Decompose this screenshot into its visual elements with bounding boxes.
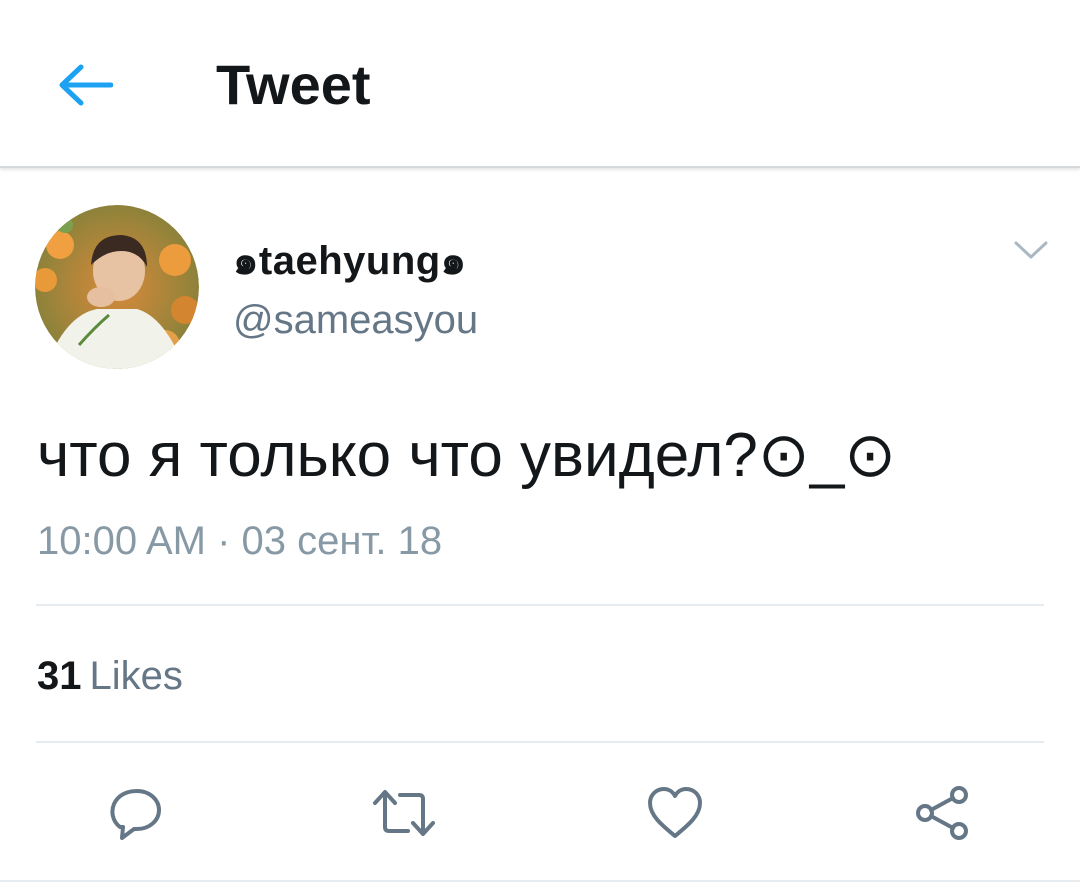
tweet-timestamp: 10:00 AM · 03 сент. 18 [37,519,443,563]
username[interactable]: @sameasyou [233,295,478,345]
page-title: Tweet [216,53,371,116]
top-app-bar: Tweet [0,0,1080,168]
share-icon [916,786,968,840]
like-button[interactable] [643,781,707,845]
share-button[interactable] [911,781,975,845]
divider [0,880,1080,882]
tweet-menu-button[interactable] [1008,232,1054,268]
likes-count: 31 [37,654,82,698]
likes-label: Likes [89,654,183,698]
divider [36,741,1044,743]
retweet-icon [373,790,435,836]
display-name[interactable]: ๑taehyung๑ [233,236,467,286]
chevron-down-icon [1014,241,1048,259]
reply-icon [110,789,161,840]
tweet-text: что я только что увидел?⊙_⊙ [37,421,897,490]
arrow-left-icon [59,64,113,106]
avatar[interactable] [35,205,199,369]
divider [36,604,1044,606]
back-button[interactable] [52,55,118,115]
retweet-button[interactable] [372,781,436,845]
likes-stat[interactable]: 31 Likes [37,650,183,702]
reply-button[interactable] [104,781,168,845]
avatar-photo [35,205,199,369]
heart-icon [648,787,702,838]
